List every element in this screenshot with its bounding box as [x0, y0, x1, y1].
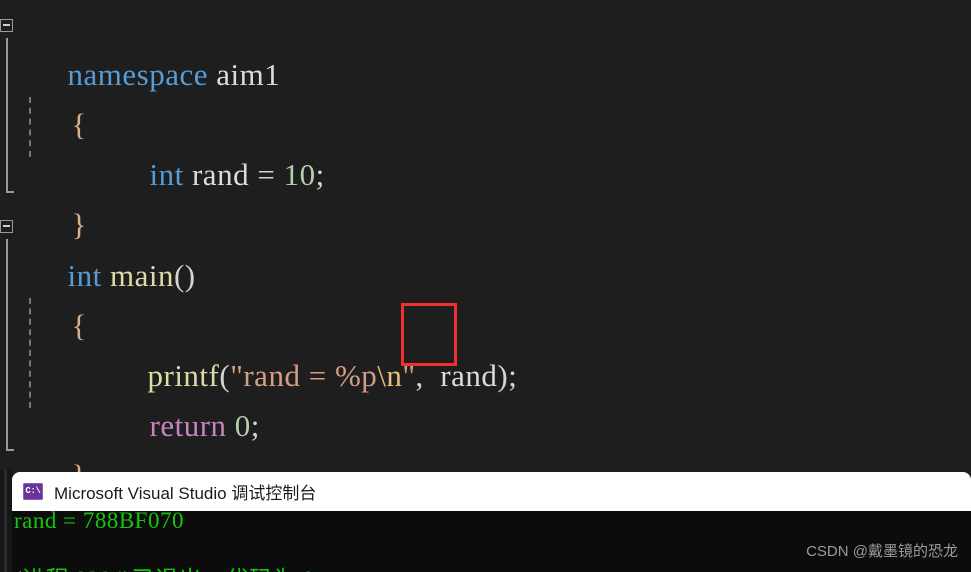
console-output-line-2: (进程 9384)已退出，代码为 0。 [14, 560, 338, 572]
console-icon-glyph: C:\ [25, 486, 41, 496]
fold-region-bar-main [5, 239, 8, 451]
token-format-specifier: %p [334, 358, 378, 393]
code-line-1[interactable]: namespace aim1 [18, 0, 280, 92]
token-space-1 [208, 57, 216, 92]
token-space-2 [184, 157, 192, 192]
token-main-parens: () [173, 258, 196, 293]
fold-marker-namespace-icon[interactable] [0, 19, 13, 32]
csdn-watermark: CSDN @戴墨镜的恐龙 [806, 543, 958, 560]
console-left-edge-shadow [0, 470, 12, 572]
fold-marker-main-icon[interactable] [0, 220, 13, 233]
console-title-text: Microsoft Visual Studio 调试控制台 [54, 484, 317, 503]
token-open-brace-ns: { [71, 107, 87, 142]
token-comma: , [415, 358, 441, 393]
fold-region-bar-namespace [5, 38, 8, 193]
token-escape-newline: \n [377, 358, 403, 393]
fold-region-foot-namespace [5, 191, 14, 193]
token-keyword-return: return [149, 408, 227, 443]
token-var-rand: rand [191, 157, 250, 192]
token-function-main: main [109, 258, 174, 293]
token-number-10: 10 [283, 157, 316, 192]
token-printf-close-paren: ) [497, 358, 509, 393]
token-keyword-int: int [149, 157, 184, 192]
code-line-9[interactable]: } [22, 401, 87, 493]
token-namespace-name: aim1 [216, 57, 281, 92]
screenshot-root: namespace aim1 { int rand = 10; } int ma… [0, 0, 971, 572]
token-space-5 [102, 258, 110, 293]
token-space-6 [227, 408, 235, 443]
token-assign-op: = [257, 157, 276, 192]
code-editor[interactable]: namespace aim1 { int rand = 10; } int ma… [0, 0, 971, 493]
console-cmd-icon: C:\ [23, 483, 43, 500]
code-line-6[interactable]: { [22, 251, 87, 343]
console-output-line-1: rand = 788BF070 [14, 511, 184, 533]
console-titlebar[interactable]: C:\ Microsoft Visual Studio 调试控制台 [12, 472, 971, 511]
code-line-8[interactable]: return 0; [100, 351, 260, 443]
token-keyword-namespace: namespace [67, 57, 208, 92]
code-line-5[interactable]: int main() [18, 201, 196, 293]
code-line-3[interactable]: int rand = 10; [100, 100, 325, 192]
token-arg-rand: rand [440, 358, 498, 393]
token-space-4 [275, 157, 283, 192]
token-semicolon-1: ; [315, 157, 325, 192]
code-line-7[interactable]: printf("rand = %p\n", rand); [98, 301, 517, 393]
token-semicolon-3: ; [250, 408, 260, 443]
token-open-brace-main: { [71, 308, 87, 343]
fold-region-foot-main [5, 449, 14, 451]
token-number-0: 0 [234, 408, 251, 443]
code-line-4[interactable]: } [22, 150, 87, 242]
token-semicolon-2: ; [508, 358, 518, 393]
token-quote-close: " [402, 358, 416, 393]
code-line-2[interactable]: { [22, 50, 87, 142]
